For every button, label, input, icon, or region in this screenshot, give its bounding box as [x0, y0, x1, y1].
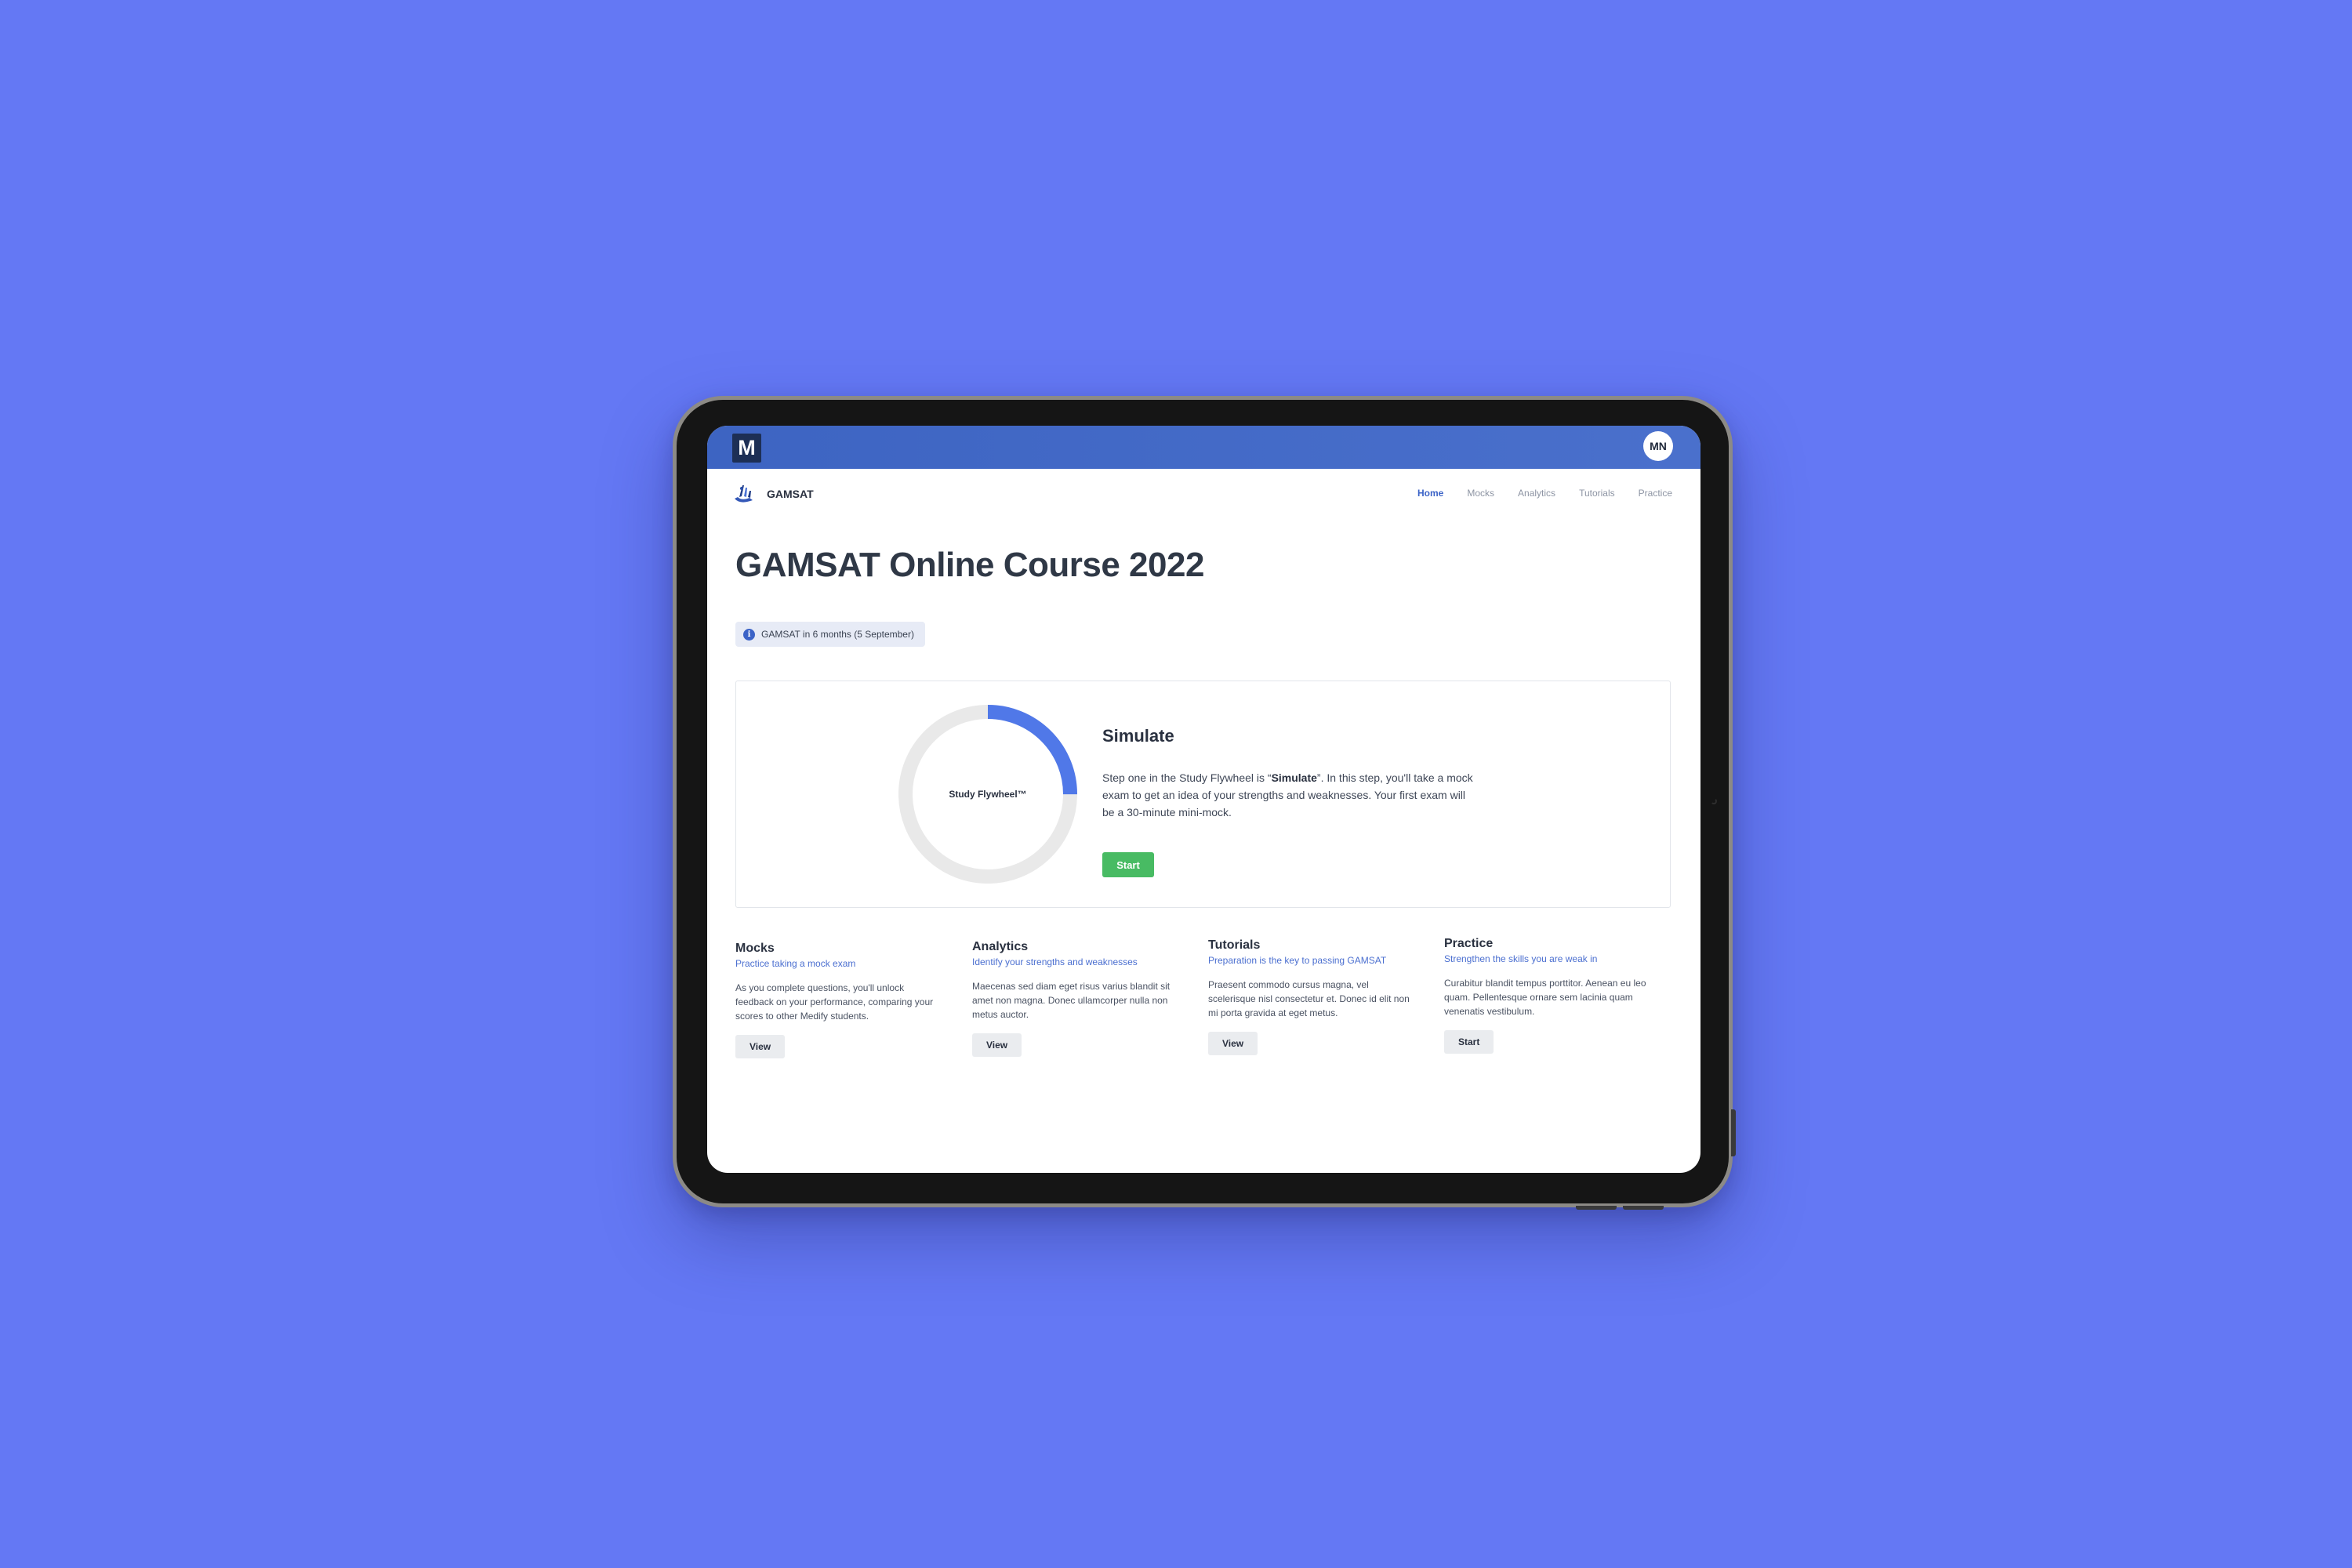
- nav-item-analytics[interactable]: Analytics: [1518, 488, 1555, 499]
- feature-title: Tutorials: [1208, 938, 1261, 952]
- tablet-screen: M MN GAMSAT Home Mocks Analytics Tutoria…: [707, 426, 1700, 1173]
- feature-card-analytics: Analytics Identify your strengths and we…: [972, 940, 1184, 1057]
- feature-title: Analytics: [972, 940, 1029, 953]
- app-logo[interactable]: M: [732, 434, 761, 463]
- tablet-volume-button: [1576, 1206, 1617, 1210]
- feature-title: Mocks: [735, 942, 775, 955]
- page-title: GAMSAT Online Course 2022: [735, 546, 1204, 584]
- nav-links: Home Mocks Analytics Tutorials Practice: [1417, 488, 1672, 499]
- study-flywheel-card: Study Flywheel™ Simulate Step one in the…: [735, 681, 1671, 908]
- exam-date-text: GAMSAT in 6 months (5 September): [761, 629, 914, 640]
- tablet-volume-button: [1623, 1206, 1664, 1210]
- feature-title: Practice: [1444, 937, 1494, 950]
- feature-subtitle: Identify your strengths and weaknesses: [972, 956, 1138, 967]
- gamsat-logo-icon[interactable]: [732, 481, 757, 506]
- app-bar: M MN: [707, 426, 1700, 469]
- feature-description: Praesent commodo cursus magna, vel scele…: [1208, 979, 1410, 1018]
- feature-description: As you complete questions, you'll unlock…: [735, 982, 934, 1022]
- course-navbar: GAMSAT Home Mocks Analytics Tutorials Pr…: [707, 469, 1700, 517]
- nav-item-tutorials[interactable]: Tutorials: [1579, 488, 1615, 499]
- brand-name[interactable]: GAMSAT: [767, 488, 814, 500]
- flywheel-label: Study Flywheel™: [949, 789, 1027, 800]
- feature-subtitle: Preparation is the key to passing GAMSAT: [1208, 955, 1387, 966]
- tablet-side-button: [1731, 1109, 1736, 1156]
- nav-item-practice[interactable]: Practice: [1639, 488, 1672, 499]
- feature-card-mocks: Mocks Practice taking a mock exam As you…: [735, 942, 947, 1058]
- step-description-emphasis: Simulate: [1271, 771, 1317, 784]
- camera-icon: [1711, 798, 1717, 804]
- feature-description: Maecenas sed diam eget risus varius blan…: [972, 981, 1171, 1020]
- exam-date-badge: i GAMSAT in 6 months (5 September): [735, 622, 925, 647]
- start-simulate-button[interactable]: Start: [1102, 852, 1154, 877]
- feature-subtitle: Strengthen the skills you are weak in: [1444, 953, 1598, 964]
- nav-item-home[interactable]: Home: [1417, 488, 1443, 499]
- analytics-view-button[interactable]: View: [972, 1033, 1022, 1057]
- info-icon: i: [743, 628, 755, 641]
- feature-list: Mocks Practice taking a mock exam As you…: [735, 937, 1692, 1098]
- feature-description: Curabitur blandit tempus porttitor. Aene…: [1444, 978, 1646, 1017]
- user-avatar[interactable]: MN: [1643, 431, 1673, 461]
- feature-card-practice: Practice Strengthen the skills you are w…: [1444, 937, 1656, 1054]
- mocks-view-button[interactable]: View: [735, 1035, 786, 1058]
- practice-start-button[interactable]: Start: [1444, 1030, 1494, 1054]
- step-title: Simulate: [1102, 726, 1174, 746]
- tutorials-view-button[interactable]: View: [1208, 1032, 1258, 1055]
- nav-item-mocks[interactable]: Mocks: [1467, 488, 1494, 499]
- feature-card-tutorials: Tutorials Preparation is the key to pass…: [1208, 938, 1420, 1055]
- feature-subtitle: Practice taking a mock exam: [735, 958, 856, 969]
- step-description-text: Step one in the Study Flywheel is “: [1102, 771, 1272, 784]
- step-description: Step one in the Study Flywheel is “Simul…: [1102, 769, 1479, 821]
- study-flywheel-ring: Study Flywheel™: [897, 703, 1079, 885]
